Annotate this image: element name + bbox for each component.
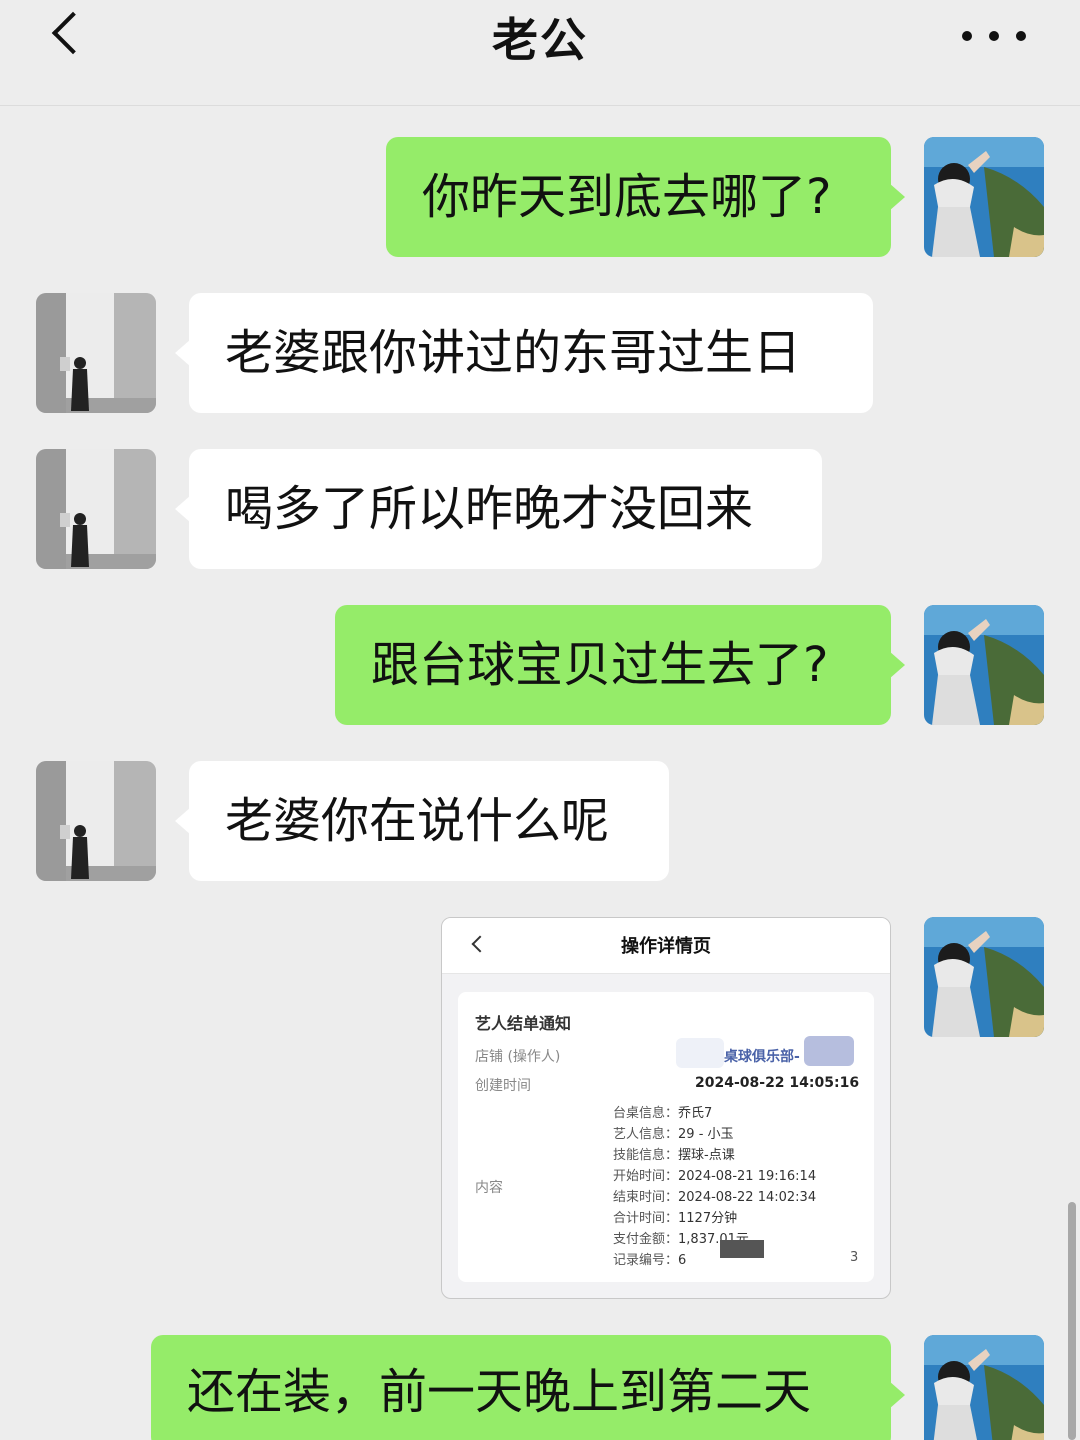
contact-avatar[interactable] [36, 761, 156, 881]
order-card: 艺人结单通知 店铺 (操作人) 桌球俱乐部- 创建时间 2024-08-22 1… [458, 992, 874, 1282]
detail-row: 开始时间：2024-08-21 19:16:14 [613, 1169, 817, 1184]
message-bubble-sent[interactable]: 你昨天到底去哪了? [386, 137, 905, 257]
more-options-icon[interactable] [962, 24, 1026, 48]
contact-avatar[interactable] [36, 449, 156, 569]
detail-row: 记录编号：6 [613, 1253, 687, 1268]
detail-row: 技能信息：摆球-点课 [613, 1148, 735, 1163]
detail-row: 合计时间：1127分钟 [613, 1211, 738, 1226]
content-label: 内容 [475, 1180, 503, 1196]
redaction-blur [676, 1038, 724, 1068]
my-avatar[interactable] [924, 605, 1044, 725]
contact-avatar[interactable] [36, 293, 156, 413]
chat-header: 老公 [0, 0, 1080, 106]
scrollbar[interactable] [1068, 1202, 1076, 1440]
store-label: 店铺 (操作人) [475, 1049, 561, 1065]
image-message[interactable]: 操作详情页 艺人结单通知 店铺 (操作人) 桌球俱乐部- 创建时间 2024-0… [441, 917, 891, 1299]
card-title: 艺人结单通知 [475, 1014, 572, 1033]
store-value: 桌球俱乐部- [724, 1049, 800, 1065]
record-number-tail: 3 [850, 1250, 859, 1265]
created-value: 2024-08-22 14:05:16 [695, 1075, 860, 1091]
message-bubble-received[interactable]: 老婆你在说什么呢 [175, 761, 669, 881]
screenshot-title: 操作详情页 [621, 936, 711, 957]
detail-row: 结束时间：2024-08-22 14:02:34 [613, 1190, 817, 1205]
chat-title: 老公 [492, 13, 588, 67]
redaction-blur [804, 1036, 854, 1066]
message-bubble-sent[interactable]: 还在装，前一天晚上到第二天 [151, 1335, 905, 1440]
my-avatar[interactable] [924, 917, 1044, 1037]
detail-row: 艺人信息：29 - 小玉 [613, 1127, 734, 1142]
message-bubble-sent[interactable]: 跟台球宝贝过生去了? [335, 605, 905, 725]
created-label: 创建时间 [475, 1078, 531, 1094]
redaction-mask [720, 1240, 764, 1258]
my-avatar[interactable] [924, 1335, 1044, 1440]
message-bubble-received[interactable]: 老婆跟你讲过的东哥过生日 [175, 293, 873, 413]
message-bubble-received[interactable]: 喝多了所以昨晚才没回来 [175, 449, 822, 569]
detail-row: 台桌信息：乔氏7 [613, 1106, 713, 1121]
screenshot-header: 操作详情页 [442, 918, 890, 974]
my-avatar[interactable] [924, 137, 1044, 257]
